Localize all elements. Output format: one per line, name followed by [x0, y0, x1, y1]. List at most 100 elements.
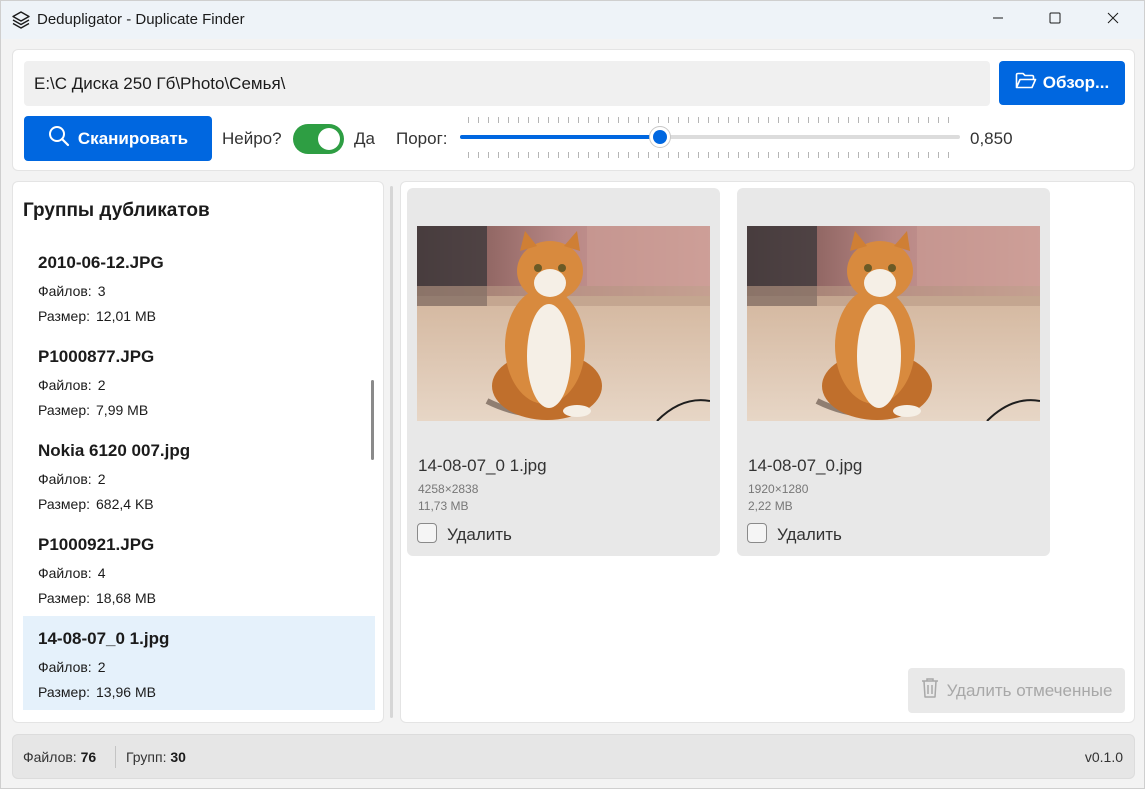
close-button[interactable]	[1090, 1, 1136, 39]
delete-marked-button[interactable]: Удалить отмеченные	[908, 668, 1125, 713]
browse-button[interactable]: Обзор...	[999, 61, 1125, 105]
neuro-toggle[interactable]	[293, 124, 344, 154]
toolbar-panel: E:\C Диска 250 Гб\Photo\Семья\ Обзор... …	[12, 49, 1135, 171]
group-files-row: Файлов: 4	[38, 561, 375, 586]
files-count: 2	[97, 471, 106, 487]
browse-label: Обзор...	[1042, 73, 1110, 92]
slider-ticks-bottom	[468, 152, 952, 158]
app-window: Dedupligator - Duplicate Finder E:\C Дис…	[0, 0, 1145, 789]
slider-ticks-top	[468, 117, 952, 123]
search-icon	[48, 125, 70, 152]
group-item[interactable]: P1000877.JPG Файлов: 2 Размер: 7,99 MB	[23, 334, 375, 428]
maximize-button[interactable]	[1032, 1, 1078, 39]
groups-scrollbar[interactable]	[371, 380, 374, 460]
panel-splitter[interactable]	[390, 186, 393, 718]
delete-checkbox-label[interactable]: Удалить	[777, 525, 842, 545]
group-size: 12,01 MB	[96, 308, 156, 324]
threshold-value: 0,850	[970, 129, 1013, 148]
group-files-row: Файлов: 2	[38, 655, 375, 680]
threshold-slider[interactable]	[460, 113, 960, 163]
group-item[interactable]: Nokia 6120 007.jpg Файлов: 2 Размер: 682,4…	[23, 428, 375, 522]
group-files-row: Файлов: 2	[38, 467, 375, 492]
minimize-icon	[992, 11, 1004, 29]
files-count: 3	[97, 283, 106, 299]
group-name: Nokia 6120 007.jpg	[38, 441, 191, 460]
scan-button[interactable]: Сканировать	[24, 116, 212, 161]
group-item[interactable]: 2010-06-12.JPG Файлов: 3 Размер: 12,01 MB	[23, 240, 375, 334]
delete-checkbox[interactable]	[747, 523, 767, 543]
size-key: Размер:	[38, 496, 91, 512]
close-icon	[1107, 11, 1119, 29]
status-separator	[115, 746, 116, 768]
group-size: 18,68 MB	[96, 590, 156, 606]
group-list: 2010-06-12.JPG Файлов: 3 Размер: 12,01 MB …	[23, 240, 375, 710]
group-size: 7,99 MB	[96, 402, 149, 418]
window-title: Dedupligator - Duplicate Finder	[37, 11, 245, 28]
group-files-row: Файлов: 3	[38, 279, 375, 304]
scan-label: Сканировать	[77, 128, 189, 148]
neuro-state-label: Да	[354, 129, 375, 148]
group-item-selected[interactable]: 14-08-07_0 1.jpg Файлов: 2 Размер: 13,96 M…	[23, 616, 375, 710]
threshold-label: Порог:	[396, 129, 448, 148]
slider-fill	[460, 135, 660, 139]
duplicate-groups-panel: Группы дубликатов 2010-06-12.JPG Файлов:…	[12, 181, 384, 723]
minimize-button[interactable]	[975, 1, 1021, 39]
maximize-icon	[1049, 11, 1061, 29]
status-groups-label: Групп:	[126, 749, 167, 765]
groups-title: Группы дубликатов	[23, 200, 210, 221]
app-version: v0.1.0	[1084, 749, 1123, 765]
files-key: Файлов:	[38, 659, 92, 675]
neuro-label: Нейро?	[222, 129, 282, 148]
slider-thumb[interactable]	[649, 126, 671, 148]
group-size: 13,96 MB	[96, 684, 156, 700]
file-card: 14-08-07_0 1.jpg 4258×2838 11,73 MB Удал…	[407, 188, 720, 556]
layers-icon	[11, 10, 31, 30]
size-key: Размер:	[38, 684, 91, 700]
group-name: 2010-06-12.JPG	[38, 253, 164, 272]
delete-marked-label: Удалить отмеченные	[946, 680, 1113, 700]
status-groups: Групп: 30	[126, 749, 186, 765]
files-count: 2	[97, 659, 106, 675]
files-key: Файлов:	[38, 283, 92, 299]
file-name: 14-08-07_0 1.jpg	[418, 456, 547, 475]
group-name: P1000877.JPG	[38, 347, 155, 366]
title-bar: Dedupligator - Duplicate Finder	[1, 1, 1144, 39]
delete-checkbox[interactable]	[417, 523, 437, 543]
status-groups-value: 30	[170, 749, 186, 765]
toggle-knob	[318, 128, 340, 150]
group-name: P1000921.JPG	[38, 535, 155, 554]
group-item[interactable]: P1000921.JPG Файлов: 4 Размер: 18,68 MB	[23, 522, 375, 616]
group-name: 14-08-07_0 1.jpg	[38, 629, 170, 648]
file-size: 2,22 MB	[748, 499, 793, 513]
files-key: Файлов:	[38, 471, 92, 487]
folder-open-icon	[1015, 72, 1037, 95]
group-size: 682,4 KB	[96, 496, 154, 512]
group-size-row: Размер: 682,4 KB	[38, 492, 375, 517]
status-bar: Файлов: 76 Групп: 30 v0.1.0	[12, 734, 1135, 779]
delete-checkbox-label[interactable]: Удалить	[447, 525, 512, 545]
file-size: 11,73 MB	[418, 499, 469, 513]
status-files-value: 76	[80, 749, 97, 765]
group-size-row: Размер: 12,01 MB	[38, 304, 375, 329]
file-dimensions: 4258×2838	[418, 482, 479, 496]
size-key: Размер:	[38, 590, 91, 606]
file-thumbnail[interactable]	[417, 226, 710, 421]
status-files: Файлов: 76	[23, 749, 96, 765]
file-card: 14-08-07_0.jpg 1920×1280 2,22 MB Удалить	[737, 188, 1050, 556]
duplicate-files-panel: 14-08-07_0 1.jpg 4258×2838 11,73 MB Удал…	[400, 181, 1135, 723]
file-name: 14-08-07_0.jpg	[748, 456, 863, 475]
trash-icon	[921, 677, 939, 704]
files-count: 2	[97, 377, 106, 393]
folder-path-input[interactable]: E:\C Диска 250 Гб\Photo\Семья\	[24, 61, 990, 106]
files-key: Файлов:	[38, 565, 92, 581]
group-size-row: Размер: 18,68 MB	[38, 586, 375, 611]
files-key: Файлов:	[38, 377, 92, 393]
size-key: Размер:	[38, 308, 91, 324]
group-size-row: Размер: 7,99 MB	[38, 398, 375, 423]
file-dimensions: 1920×1280	[748, 482, 809, 496]
file-thumbnail[interactable]	[747, 226, 1040, 421]
size-key: Размер:	[38, 402, 91, 418]
files-count: 4	[97, 565, 106, 581]
status-files-label: Файлов:	[23, 749, 77, 765]
group-files-row: Файлов: 2	[38, 373, 375, 398]
